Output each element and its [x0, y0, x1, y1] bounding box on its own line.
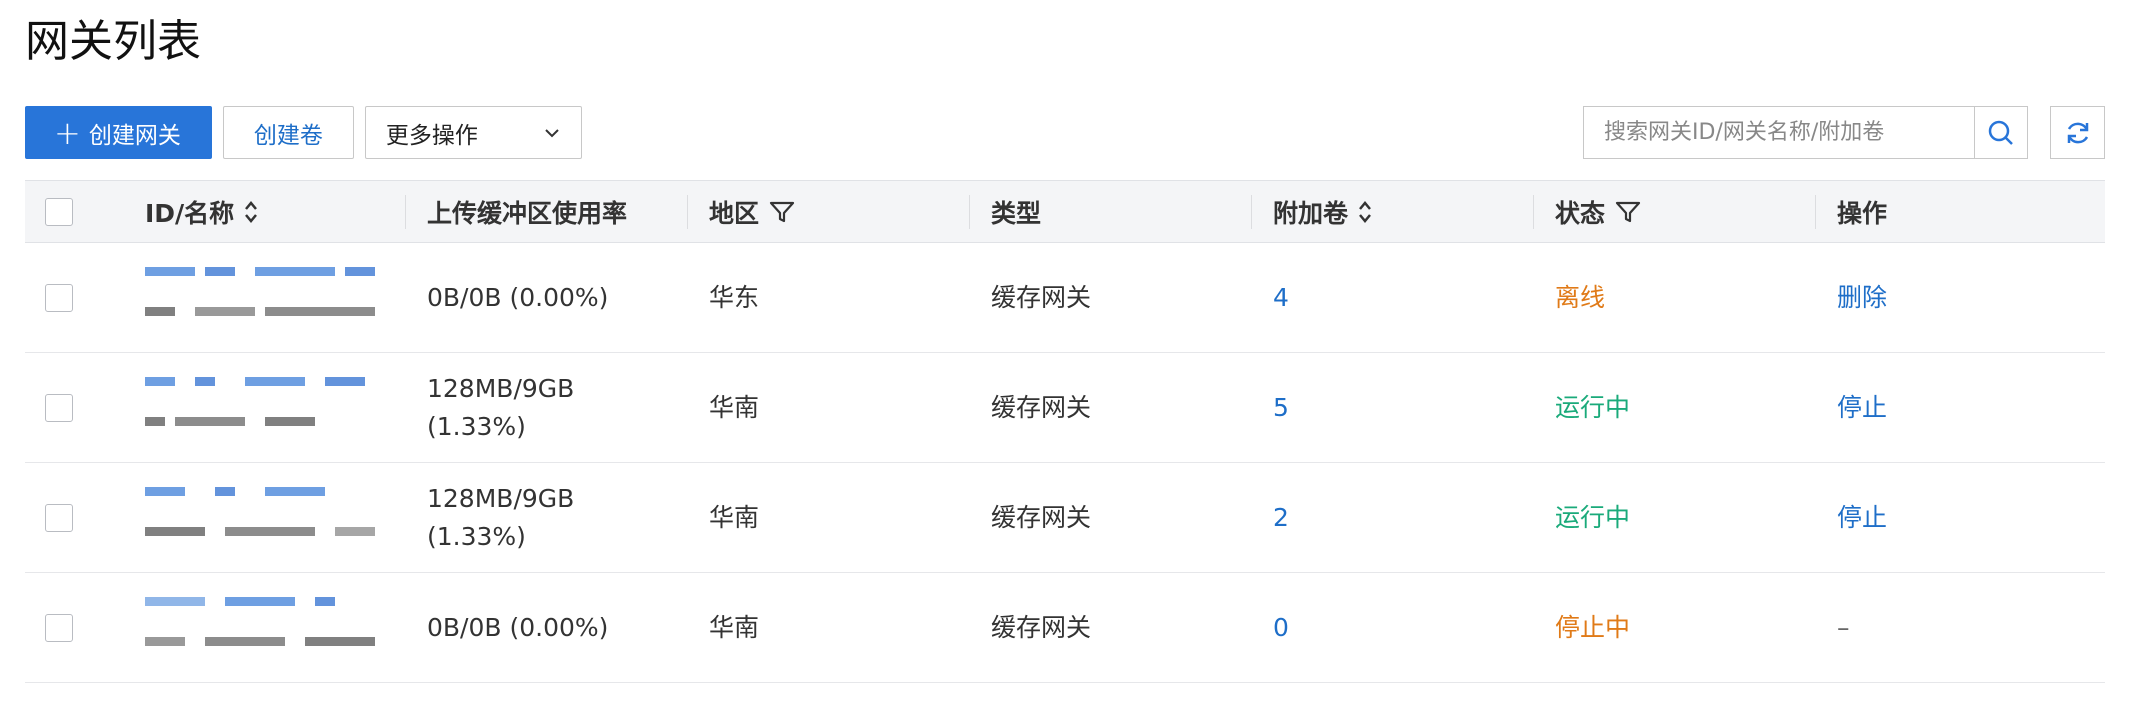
column-header-volumes[interactable]: 附加卷	[1273, 181, 1372, 243]
usage-value: 0B/0B (0.00%)	[427, 612, 609, 642]
status-text: 离线	[1555, 282, 1606, 312]
status-text: 停止中	[1555, 612, 1631, 642]
chevron-down-icon	[545, 128, 559, 137]
column-header-usage: 上传缓冲区使用率	[427, 181, 627, 243]
usage-cell: 0B/0B (0.00%)	[427, 573, 608, 682]
gateway-id-link[interactable]	[145, 463, 385, 572]
filter-icon[interactable]	[769, 200, 795, 224]
search-button[interactable]	[1974, 107, 2027, 158]
create-gateway-button[interactable]: + 创建网关	[25, 106, 212, 159]
type-cell: 缓存网关	[991, 612, 1092, 642]
usage-value: 128MB/9GB	[427, 373, 575, 403]
action-placeholder: –	[1837, 612, 1850, 642]
column-header-type: 类型	[991, 181, 1041, 243]
region-cell: 华南	[709, 502, 760, 532]
table-row: 0B/0B (0.00%) 华南 缓存网关 0 停止中 –	[25, 573, 2105, 683]
type-cell: 缓存网关	[991, 502, 1092, 532]
volumes-count-link[interactable]: 0	[1273, 573, 1289, 682]
column-header-id-name[interactable]: ID/名称	[145, 181, 258, 243]
refresh-button[interactable]	[2050, 106, 2105, 159]
create-volume-button[interactable]: 创建卷	[222, 106, 354, 159]
refresh-icon	[2067, 122, 2088, 143]
redacted-id-name	[145, 481, 385, 555]
gateway-id-link[interactable]	[145, 573, 385, 682]
usage-value: 0B/0B (0.00%)	[427, 282, 609, 312]
region-cell: 华南	[709, 392, 760, 422]
column-header-status[interactable]: 状态	[1555, 181, 1641, 243]
sort-icon[interactable]	[1358, 200, 1372, 224]
row-select-cell	[45, 573, 73, 682]
select-all-checkbox[interactable]	[45, 198, 73, 226]
column-label: 附加卷	[1273, 199, 1349, 228]
column-header-actions: 操作	[1837, 181, 1887, 243]
redacted-id-name	[145, 261, 385, 335]
column-label: 上传缓冲区使用率	[427, 199, 628, 228]
search-input[interactable]	[1584, 107, 1974, 158]
gateway-id-link[interactable]	[145, 353, 385, 462]
create-gateway-label: 创建网关	[88, 122, 181, 149]
search-icon	[1988, 120, 2013, 145]
column-label: 状态	[1555, 199, 1606, 228]
volumes-count-link[interactable]: 2	[1273, 463, 1289, 572]
type-cell: 缓存网关	[991, 392, 1092, 422]
usage-percent: (1.33%)	[427, 521, 526, 551]
row-select-cell	[45, 243, 73, 352]
sort-icon[interactable]	[244, 200, 258, 224]
column-label: 地区	[709, 199, 760, 228]
row-checkbox[interactable]	[45, 283, 73, 312]
usage-value: 128MB/9GB	[427, 483, 575, 513]
usage-cell: 128MB/9GB (1.33%)	[427, 463, 574, 572]
create-volume-label: 创建卷	[253, 122, 323, 149]
plus-icon: +	[54, 113, 81, 152]
row-action-link[interactable]: 停止	[1837, 463, 1887, 572]
usage-cell: 128MB/9GB (1.33%)	[427, 353, 574, 462]
status-text: 运行中	[1555, 392, 1631, 422]
region-cell: 华南	[709, 612, 760, 642]
volumes-count-link[interactable]: 5	[1273, 353, 1289, 462]
usage-percent: (1.33%)	[427, 411, 526, 441]
redacted-id-name	[145, 591, 385, 665]
volumes-count-link[interactable]: 4	[1273, 243, 1289, 352]
gateway-id-link[interactable]	[145, 243, 385, 352]
table-row: 128MB/9GB (1.33%) 华南 缓存网关 5 运行中 停止	[25, 353, 2105, 463]
column-label: 操作	[1837, 199, 1888, 228]
more-actions-dropdown[interactable]: 更多操作	[364, 106, 582, 159]
row-select-cell	[45, 463, 73, 572]
row-checkbox[interactable]	[45, 393, 73, 422]
page-title: 网关列表	[25, 16, 201, 67]
select-all-cell	[45, 181, 73, 243]
column-label: ID/名称	[145, 199, 235, 228]
type-cell: 缓存网关	[991, 282, 1092, 312]
row-action-link[interactable]: 删除	[1837, 243, 1887, 352]
row-checkbox[interactable]	[45, 613, 73, 642]
column-label: 类型	[991, 199, 1042, 228]
search-box	[1583, 106, 2028, 159]
gateway-table: ID/名称 上传缓冲区使用率 地区 类型 附加卷 状态 操作 0B/0B (0.…	[25, 180, 2105, 683]
status-text: 运行中	[1555, 502, 1631, 532]
more-actions-label: 更多操作	[385, 122, 478, 149]
row-action-link[interactable]: 停止	[1837, 353, 1887, 462]
redacted-id-name	[145, 371, 385, 445]
toolbar: + 创建网关 创建卷 更多操作	[25, 106, 582, 161]
table-header: ID/名称 上传缓冲区使用率 地区 类型 附加卷 状态 操作	[25, 180, 2105, 243]
row-select-cell	[45, 353, 73, 462]
column-header-region[interactable]: 地区	[709, 181, 795, 243]
usage-cell: 0B/0B (0.00%)	[427, 243, 608, 352]
table-body: 0B/0B (0.00%) 华东 缓存网关 4 离线 删除 128MB/9GB …	[25, 243, 2105, 683]
table-row: 0B/0B (0.00%) 华东 缓存网关 4 离线 删除	[25, 243, 2105, 353]
region-cell: 华东	[709, 282, 760, 312]
row-checkbox[interactable]	[45, 503, 73, 532]
table-row: 128MB/9GB (1.33%) 华南 缓存网关 2 运行中 停止	[25, 463, 2105, 573]
filter-icon[interactable]	[1615, 200, 1641, 224]
